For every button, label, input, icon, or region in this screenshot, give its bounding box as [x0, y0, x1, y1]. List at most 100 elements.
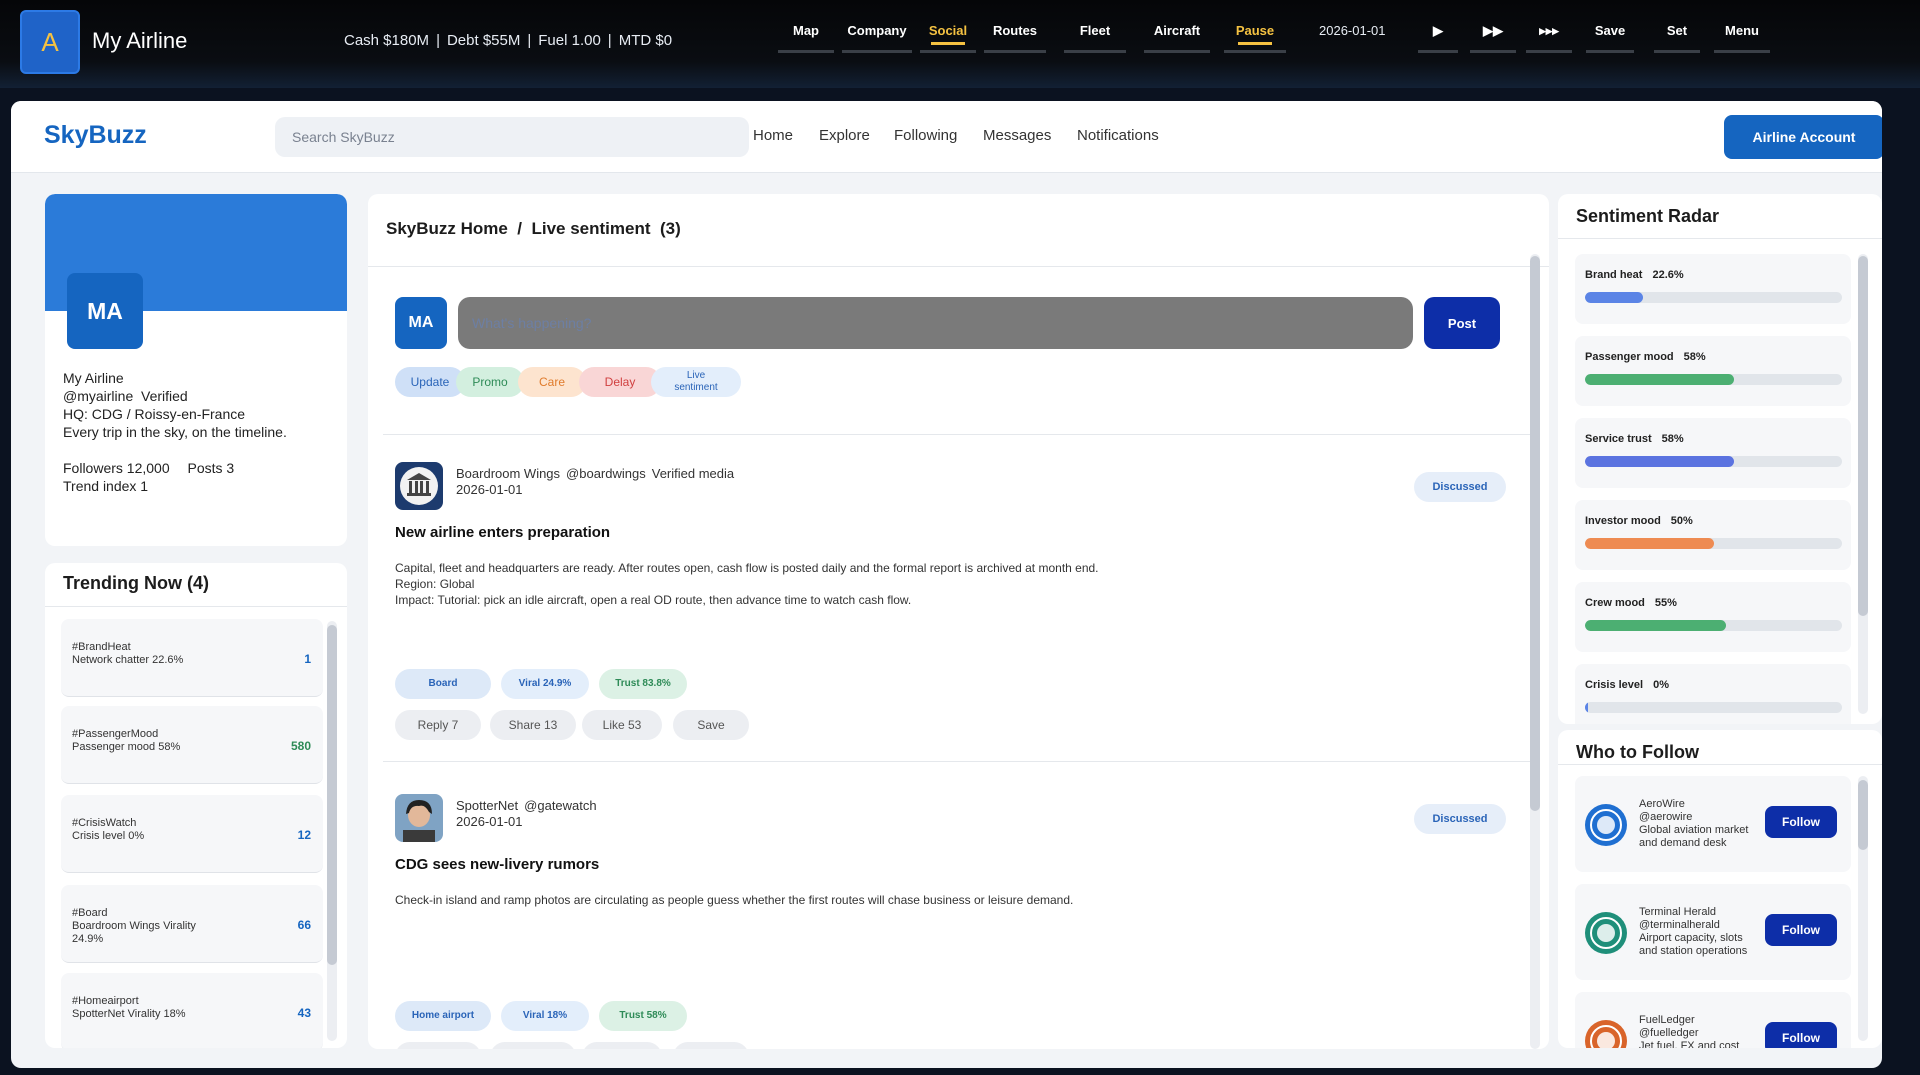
header-nav-following[interactable]: Following	[894, 127, 957, 144]
metric-label: Passenger mood 58%	[1585, 351, 1706, 363]
follow-button[interactable]: Follow	[1765, 1022, 1837, 1048]
trend-tag: #Homeairport	[72, 995, 139, 1007]
nav-social[interactable]: Social	[920, 21, 976, 53]
post-body-line: Capital, fleet and headquarters are read…	[395, 561, 1099, 575]
search-input[interactable]	[275, 117, 749, 157]
like-button[interactable]: Like 37	[582, 1042, 662, 1049]
header-nav-notifications[interactable]: Notifications	[1077, 127, 1159, 144]
mtd-stat: MTD $0	[618, 32, 673, 49]
post-tag[interactable]: Home airport	[395, 1001, 491, 1031]
header-nav-messages[interactable]: Messages	[983, 127, 1051, 144]
trending-scrollbar-thumb[interactable]	[327, 625, 337, 965]
metric-progress-track	[1585, 292, 1842, 303]
metric-label: Brand heat 22.6%	[1585, 269, 1684, 281]
post-button[interactable]: Post	[1424, 297, 1500, 349]
compose-input[interactable]	[458, 297, 1413, 349]
trend-desc: Crisis level 0%	[72, 830, 145, 842]
like-button[interactable]: Like 53	[582, 710, 662, 740]
feed-panel: SkyBuzz Home / Live sentiment (3) MA Pos…	[368, 194, 1549, 1049]
composer-chip-delay[interactable]: Delay	[579, 367, 661, 397]
trend-item[interactable]: #Homeairport SpotterNet Virality 18% 43	[61, 973, 323, 1048]
fastest-forward-button[interactable]: ▸▸▸	[1526, 21, 1572, 53]
nav-fleet[interactable]: Fleet	[1064, 21, 1126, 53]
header-nav-explore[interactable]: Explore	[819, 127, 870, 144]
trend-tag: #CrisisWatch	[72, 817, 137, 829]
feed-scrollbar-thumb[interactable]	[1530, 256, 1540, 811]
settings-button[interactable]: Set	[1654, 21, 1700, 53]
metric-value: 58%	[1683, 351, 1706, 363]
follow-suggestion: FuelLedger @fuelledger Jet fuel, FX and co…	[1575, 992, 1851, 1048]
who-to-follow-panel: Who to Follow AeroWire @aerowire Global av…	[1558, 730, 1882, 1048]
follow-handle: @fuelledger	[1639, 1027, 1699, 1039]
follow-name[interactable]: AeroWire	[1639, 798, 1759, 811]
post-handle[interactable]: @boardwings	[566, 466, 646, 481]
post-tag[interactable]: Trust 83.8%	[599, 669, 687, 699]
nav-company[interactable]: Company	[842, 21, 912, 53]
trend-count: 1	[304, 652, 311, 666]
post-meta: SpotterNet @gatewatch 2026-01-01	[456, 798, 597, 830]
profile-avatar[interactable]: MA	[67, 273, 143, 349]
post-tag[interactable]: Viral 18%	[501, 1001, 589, 1031]
trend-count: 66	[297, 918, 311, 932]
save-post-button[interactable]: Save	[673, 710, 749, 740]
follow-button[interactable]: Follow	[1765, 914, 1837, 946]
post-tag[interactable]: Trust 58%	[599, 1001, 687, 1031]
nav-aircraft[interactable]: Aircraft	[1144, 21, 1210, 53]
nav-routes[interactable]: Routes	[984, 21, 1046, 53]
reply-button[interactable]: Reply 7	[395, 710, 481, 740]
pause-button[interactable]: Pause	[1224, 21, 1286, 53]
save-button[interactable]: Save	[1586, 21, 1634, 53]
verified-label: Verified media	[651, 466, 735, 481]
composer-chip-care[interactable]: Care	[518, 367, 586, 397]
fast-forward-button[interactable]: ▶▶	[1470, 21, 1516, 53]
metric-progress-fill	[1585, 620, 1727, 631]
metric-value: 0%	[1653, 679, 1669, 691]
follow-name[interactable]: Terminal Herald	[1639, 906, 1759, 919]
menu-button[interactable]: Menu	[1714, 21, 1770, 53]
post-date: 2026-01-01	[456, 814, 523, 829]
follow-handle: @aerowire	[1639, 811, 1693, 823]
trend-item[interactable]: #CrisisWatch Crisis level 0% 12	[61, 795, 323, 873]
post-author[interactable]: SpotterNet	[456, 798, 518, 813]
trend-item[interactable]: #Board Boardroom Wings Virality 24.9% 66	[61, 885, 323, 963]
post-tag[interactable]: Board	[395, 669, 491, 699]
share-button[interactable]: Share 6	[490, 1042, 576, 1049]
header-nav-home[interactable]: Home	[753, 127, 793, 144]
trend-item[interactable]: #PassengerMood Passenger mood 58% 580	[61, 706, 323, 784]
follow-button[interactable]: Follow	[1765, 806, 1837, 838]
profile-hq: HQ: CDG / Roissy-en-France	[63, 406, 246, 422]
divider	[383, 761, 1533, 762]
share-button[interactable]: Share 13	[490, 710, 576, 740]
follow-name[interactable]: FuelLedger	[1639, 1014, 1759, 1027]
post-body-line: Region: Global	[395, 577, 475, 591]
metric-label: Crew mood 55%	[1585, 597, 1677, 609]
metric-name: Investor mood	[1585, 515, 1661, 527]
post-date: 2026-01-01	[456, 482, 523, 497]
post-handle[interactable]: @gatewatch	[524, 798, 596, 813]
discussed-badge: Discussed	[1414, 804, 1506, 834]
trend-tag: #PassengerMood	[72, 728, 159, 740]
trending-title: Trending Now (4)	[63, 573, 209, 593]
composer-chip-live-sentiment[interactable]: Live sentiment	[651, 367, 741, 397]
follow-scrollbar-thumb[interactable]	[1858, 780, 1868, 850]
discussed-badge: Discussed	[1414, 472, 1506, 502]
brand-logo[interactable]: SkyBuzz	[44, 121, 147, 150]
play-button[interactable]: ▶	[1418, 21, 1458, 53]
airline-account-button[interactable]: Airline Account	[1724, 115, 1882, 159]
nav-map[interactable]: Map	[778, 21, 834, 53]
radar-scrollbar-thumb[interactable]	[1858, 256, 1868, 616]
metric-progress-fill	[1585, 702, 1588, 713]
composer-chip-promo[interactable]: Promo	[456, 367, 524, 397]
post-author[interactable]: Boardroom Wings	[456, 466, 560, 481]
bank-building-avatar[interactable]	[395, 462, 443, 510]
metric-progress-track	[1585, 374, 1842, 385]
save-post-button[interactable]: Save	[673, 1042, 749, 1049]
spotter-avatar[interactable]	[395, 794, 443, 842]
composer-chip-update[interactable]: Update	[395, 367, 465, 397]
post-meta: Boardroom Wings @boardwings Verified media…	[456, 466, 734, 498]
reply-button[interactable]: Reply 6	[395, 1042, 481, 1049]
metric-progress-fill	[1585, 374, 1735, 385]
post-tag[interactable]: Viral 24.9%	[501, 669, 589, 699]
trend-item[interactable]: #BrandHeat Network chatter 22.6% 1	[61, 619, 323, 697]
metric-value: 58%	[1661, 433, 1684, 445]
